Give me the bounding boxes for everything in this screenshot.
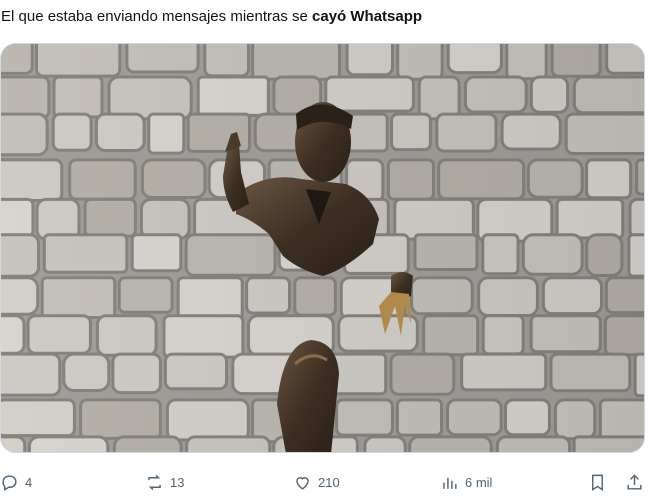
repost-button[interactable]: 13: [145, 468, 184, 496]
share-button[interactable]: [625, 468, 644, 496]
statue-wall-image: [1, 44, 644, 452]
views-count: 6 mil: [465, 474, 493, 490]
reply-button[interactable]: 4: [0, 468, 32, 496]
bookmark-icon: [592, 474, 603, 491]
repost-count: 13: [170, 474, 185, 490]
share-icon: [627, 473, 642, 490]
bookmark-button[interactable]: [588, 468, 607, 496]
views-icon: [443, 477, 457, 489]
post-text: El que estaba enviando mensajes mientras…: [1, 7, 422, 27]
post-image[interactable]: [0, 43, 645, 453]
repost-icon: [148, 474, 161, 490]
heart-icon: [296, 476, 309, 490]
reply-count: 4: [25, 474, 33, 490]
like-count: 210: [318, 474, 340, 490]
post-text-bold: cayó Whatsapp: [312, 8, 423, 25]
reply-icon: [2, 474, 17, 491]
post-text-normal: El que estaba enviando mensajes mientras…: [1, 8, 313, 25]
post-actions: 4 13 210 6 mil: [0, 468, 655, 496]
like-button[interactable]: 210: [293, 468, 340, 496]
views-button[interactable]: 6 mil: [440, 468, 492, 496]
